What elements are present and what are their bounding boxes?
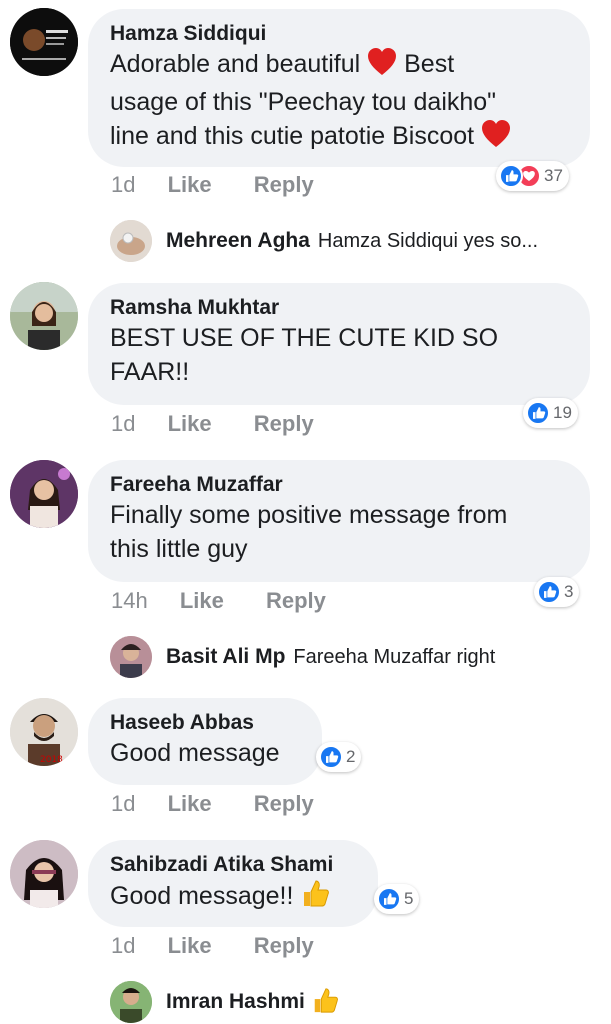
like-button[interactable]: Like bbox=[168, 172, 212, 197]
avatar[interactable] bbox=[110, 981, 152, 1023]
reaction-summary[interactable]: 5 bbox=[374, 884, 420, 914]
like-button[interactable]: Like bbox=[180, 588, 224, 613]
comment-text: Finally some positive message from this … bbox=[110, 501, 508, 563]
reply-button[interactable]: Reply bbox=[254, 791, 314, 816]
avatar[interactable] bbox=[10, 282, 78, 350]
like-icon bbox=[499, 164, 523, 188]
comment-bubble: Haseeb Abbas Good message bbox=[88, 698, 322, 785]
svg-text:2018: 2018 bbox=[40, 755, 63, 765]
avatar[interactable] bbox=[10, 460, 78, 528]
like-icon bbox=[377, 887, 401, 911]
comment-bubble: Fareeha Muzaffar Finally some positive m… bbox=[88, 460, 590, 582]
avatar[interactable] bbox=[10, 840, 78, 908]
timestamp[interactable]: 1d bbox=[111, 791, 135, 816]
avatar[interactable]: 2018 bbox=[10, 698, 78, 766]
comment-bubble: Hamza Siddiqui Adorable and beautiful Be… bbox=[88, 9, 590, 167]
heart-emoji-icon bbox=[481, 120, 511, 157]
reaction-summary[interactable]: 3 bbox=[534, 577, 580, 607]
like-button[interactable]: Like bbox=[168, 791, 212, 816]
reply-button[interactable]: Reply bbox=[254, 933, 314, 958]
reply-button[interactable]: Reply bbox=[266, 588, 326, 613]
avatar[interactable] bbox=[10, 8, 78, 76]
comment-text: Good message!! bbox=[110, 878, 356, 917]
reply-button[interactable]: Reply bbox=[254, 411, 314, 436]
reaction-count: 2 bbox=[346, 747, 356, 766]
timestamp[interactable]: 1d bbox=[111, 933, 135, 958]
commenter-name[interactable]: Hamza Siddiqui bbox=[110, 21, 568, 47]
commenter-name[interactable]: Ramsha Mukhtar bbox=[110, 295, 568, 321]
comment-actions: 1d Like Reply bbox=[111, 791, 350, 817]
like-button[interactable]: Like bbox=[168, 933, 212, 958]
reaction-summary[interactable]: 37 bbox=[496, 161, 569, 191]
reply-button[interactable]: Reply bbox=[254, 172, 314, 197]
thumbs-up-emoji-icon bbox=[311, 986, 339, 1019]
like-button[interactable]: Like bbox=[168, 411, 212, 436]
reaction-count: 37 bbox=[544, 166, 563, 185]
like-icon bbox=[537, 580, 561, 604]
reply-author-name[interactable]: Mehreen Agha bbox=[166, 229, 310, 253]
comment-text: Adorable and beautiful Best usage of thi… bbox=[110, 47, 568, 157]
reaction-summary[interactable]: 2 bbox=[316, 742, 362, 772]
reaction-count: 5 bbox=[404, 889, 414, 908]
avatar[interactable] bbox=[110, 636, 152, 678]
thumbs-up-emoji-icon bbox=[300, 878, 330, 917]
timestamp[interactable]: 14h bbox=[111, 588, 148, 613]
commenter-name[interactable]: Sahibzadi Atika Shami bbox=[110, 852, 356, 878]
like-icon bbox=[526, 401, 550, 425]
reaction-summary[interactable]: 19 bbox=[523, 398, 578, 428]
comment-text: Good message bbox=[110, 739, 280, 767]
reply-item[interactable]: Mehreen Agha Hamza Siddiqui yes so... bbox=[110, 220, 538, 262]
reply-item[interactable]: Imran Hashmi bbox=[110, 981, 339, 1023]
commenter-name[interactable]: Haseeb Abbas bbox=[110, 710, 300, 736]
like-icon bbox=[319, 745, 343, 769]
reply-item[interactable]: Basit Ali Mp Fareeha Muzaffar right bbox=[110, 636, 495, 678]
reply-text: Fareeha Muzaffar right bbox=[293, 645, 496, 668]
timestamp[interactable]: 1d bbox=[111, 172, 135, 197]
reaction-count: 19 bbox=[553, 403, 572, 422]
commenter-name[interactable]: Fareeha Muzaffar bbox=[110, 472, 568, 498]
comment-bubble: Sahibzadi Atika Shami Good message!! bbox=[88, 840, 378, 927]
comment-bubble: Ramsha Mukhtar BEST USE OF THE CUTE KID … bbox=[88, 283, 590, 405]
avatar[interactable] bbox=[110, 220, 152, 262]
timestamp[interactable]: 1d bbox=[111, 411, 135, 436]
comment-actions: 1d Like Reply bbox=[111, 172, 350, 198]
reaction-count: 3 bbox=[564, 582, 574, 601]
comment-text: BEST USE OF THE CUTE KID SO FAAR!! bbox=[110, 324, 499, 386]
heart-emoji-icon bbox=[367, 48, 397, 85]
reply-author-name[interactable]: Basit Ali Mp bbox=[166, 645, 285, 669]
comment-actions: 14h Like Reply bbox=[111, 588, 362, 614]
reply-text: Hamza Siddiqui yes so... bbox=[317, 229, 539, 252]
comment-actions: 1d Like Reply bbox=[111, 933, 350, 959]
reply-author-name[interactable]: Imran Hashmi bbox=[166, 990, 305, 1014]
comment-actions: 1d Like Reply bbox=[111, 411, 350, 437]
